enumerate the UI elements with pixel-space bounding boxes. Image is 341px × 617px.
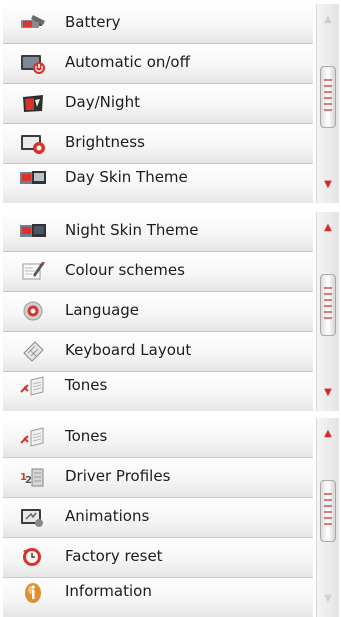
keyboard-layout-icon	[19, 339, 47, 363]
menu-item-factory-reset[interactable]: Factory reset	[3, 538, 313, 578]
menu-item-label: Day Skin Theme	[65, 168, 188, 186]
menu-item-label: Language	[65, 301, 140, 319]
menu-item-tones[interactable]: Tones	[3, 372, 313, 411]
menu-item-label: Colour schemes	[65, 261, 185, 279]
scroll-down-arrow-icon[interactable]: ▼	[317, 175, 339, 195]
menu-item-automatic-on-off[interactable]: Automatic on/off	[3, 44, 313, 84]
information-icon	[19, 580, 47, 604]
menu-item-label: Driver Profiles	[65, 467, 171, 485]
language-icon	[19, 299, 47, 323]
scrollbar-thumb[interactable]	[320, 66, 336, 128]
brightness-icon	[19, 131, 47, 155]
menu-item-keyboard-layout[interactable]: Keyboard Layout	[3, 332, 313, 372]
menu-item-label: Automatic on/off	[65, 53, 190, 71]
settings-list-panel-2: Night Skin Theme Colour schemes Language…	[3, 212, 339, 411]
menu-item-label: Night Skin Theme	[65, 221, 199, 239]
battery-icon	[19, 11, 47, 35]
menu-item-label: Tones	[65, 427, 108, 445]
scroll-up-arrow-icon[interactable]: ▲	[317, 424, 339, 444]
settings-list-panel-3: Tones 12 Driver Profiles Animations Fact…	[3, 418, 339, 617]
menu-item-driver-profiles[interactable]: 12 Driver Profiles	[3, 458, 313, 498]
scrollbar-thumb[interactable]	[320, 274, 336, 336]
automatic-power-icon	[19, 51, 47, 75]
driver-profiles-icon: 12	[19, 465, 47, 489]
scroll-down-arrow-icon[interactable]: ▼	[317, 589, 339, 609]
menu-item-label: Factory reset	[65, 547, 163, 565]
menu-item-day-skin-theme[interactable]: Day Skin Theme	[3, 164, 313, 203]
menu-item-label: Battery	[65, 13, 121, 31]
animations-icon	[19, 505, 47, 529]
tones-icon	[19, 374, 47, 398]
scrollbar[interactable]: ▲ ▼	[316, 4, 339, 203]
day-skin-theme-icon	[19, 166, 47, 190]
menu-item-label: Brightness	[65, 133, 145, 151]
scroll-down-arrow-icon[interactable]: ▼	[317, 383, 339, 403]
colour-schemes-icon	[19, 259, 47, 283]
menu-item-tones[interactable]: Tones	[3, 418, 313, 458]
menu-item-animations[interactable]: Animations	[3, 498, 313, 538]
menu-item-label: Information	[65, 582, 152, 600]
menu-item-colour-schemes[interactable]: Colour schemes	[3, 252, 313, 292]
scroll-up-arrow-icon[interactable]: ▲	[317, 218, 339, 238]
menu-item-label: Tones	[65, 376, 108, 394]
settings-list: Battery Automatic on/off Day/Night Brigh…	[3, 4, 313, 203]
menu-item-label: Animations	[65, 507, 150, 525]
scrollbar[interactable]: ▲ ▼	[316, 212, 339, 411]
tones-icon	[19, 425, 47, 449]
settings-list: Tones 12 Driver Profiles Animations Fact…	[3, 418, 313, 617]
menu-item-day-night[interactable]: Day/Night	[3, 84, 313, 124]
svg-text:2: 2	[25, 475, 32, 486]
scrollbar-thumb[interactable]	[320, 480, 336, 542]
day-night-icon	[19, 91, 47, 115]
menu-item-battery[interactable]: Battery	[3, 4, 313, 44]
menu-item-night-skin-theme[interactable]: Night Skin Theme	[3, 212, 313, 252]
menu-item-label: Day/Night	[65, 93, 140, 111]
scroll-up-arrow-icon[interactable]: ▲	[317, 10, 339, 30]
settings-list: Night Skin Theme Colour schemes Language…	[3, 212, 313, 411]
scrollbar[interactable]: ▲ ▼	[316, 418, 339, 617]
menu-item-brightness[interactable]: Brightness	[3, 124, 313, 164]
menu-item-information[interactable]: Information	[3, 578, 313, 617]
factory-reset-icon	[19, 545, 47, 569]
menu-item-language[interactable]: Language	[3, 292, 313, 332]
settings-list-panel-1: Battery Automatic on/off Day/Night Brigh…	[3, 4, 339, 203]
night-skin-theme-icon	[19, 219, 47, 243]
menu-item-label: Keyboard Layout	[65, 341, 192, 359]
